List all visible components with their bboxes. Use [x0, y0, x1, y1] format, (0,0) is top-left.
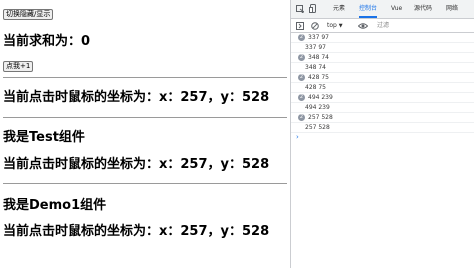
repeat-count-badge: 2 [298, 94, 305, 101]
tab-sources[interactable]: 源代码 [414, 0, 432, 18]
log-message: 348 74 [305, 64, 326, 71]
console-log-entry: 2 337 97 [291, 33, 474, 43]
repeat-count-badge: 2 [298, 74, 305, 81]
console-toolbar: top ▼ 过滤 [291, 19, 474, 33]
console-log-entry: 2 428 75 [291, 73, 474, 83]
tab-console[interactable]: 控制台 [359, 0, 378, 18]
divider [3, 117, 287, 118]
eye-icon[interactable] [358, 22, 368, 30]
console-log-entry: 494 239 [291, 103, 474, 113]
tab-network[interactable]: 网络 [446, 0, 458, 18]
log-message: 337 97 [305, 44, 326, 51]
chevron-down-icon: ▼ [338, 23, 343, 29]
demo1-component-title: 我是Demo1组件 [3, 198, 107, 213]
console-log-entry: 2 494 239 [291, 93, 474, 103]
test-component-title: 我是Test组件 [3, 130, 85, 145]
console-prompt[interactable]: › [296, 133, 299, 142]
demo1-coordinates-heading: 当前点击时鼠标的坐标为：x：257，y：528 [3, 224, 270, 239]
console-log-entry: 428 75 [291, 83, 474, 93]
context-value: top [327, 22, 337, 29]
console-log-entry: 337 97 [291, 43, 474, 53]
app-coordinates-heading: 当前点击时鼠标的坐标为：x：257，y：528 [3, 90, 270, 105]
inspect-element-icon[interactable] [296, 5, 304, 13]
console-log-entry: 257 528 [291, 123, 474, 133]
app-page: 切换隐藏/显示 当前求和为：0 点我+1 当前点击时鼠标的坐标为：x：257，y… [0, 0, 288, 268]
console-log-entry: 2 257 528 [291, 113, 474, 123]
device-toolbar-icon[interactable] [309, 4, 318, 14]
tab-vue[interactable]: Vue [391, 0, 402, 18]
repeat-count-badge: 2 [298, 114, 305, 121]
toggle-visibility-button[interactable]: 切换隐藏/显示 [3, 9, 54, 20]
tab-elements[interactable]: 元素 [333, 0, 345, 18]
console-log-entry: 348 74 [291, 63, 474, 73]
log-message: 428 75 [305, 84, 326, 91]
console-filter-input[interactable]: 过滤 [377, 21, 389, 30]
context-selector[interactable]: top ▼ [327, 21, 343, 30]
log-message: 348 74 [308, 54, 329, 61]
sidebar-toggle-icon[interactable] [296, 22, 304, 30]
log-message: 428 75 [308, 74, 329, 81]
log-message: 257 528 [305, 124, 330, 131]
repeat-count-badge: 2 [298, 54, 305, 61]
divider [3, 183, 287, 184]
log-message: 494 239 [305, 104, 330, 111]
clear-console-icon[interactable] [311, 22, 319, 30]
log-message: 257 528 [308, 114, 333, 121]
log-message: 494 239 [308, 94, 333, 101]
devtools-panel: 元素 控制台 Vue 源代码 网络 top ▼ 过滤 2 337 97 337 [290, 0, 474, 268]
console-log-entry: 2 348 74 [291, 53, 474, 63]
log-message: 337 97 [308, 34, 329, 41]
devtools-tab-bar: 元素 控制台 Vue 源代码 网络 [291, 0, 474, 19]
repeat-count-badge: 2 [298, 34, 305, 41]
add-one-button[interactable]: 点我+1 [3, 61, 34, 72]
test-coordinates-heading: 当前点击时鼠标的坐标为：x：257，y：528 [3, 157, 270, 172]
sum-heading: 当前求和为：0 [3, 34, 91, 49]
divider [3, 77, 287, 78]
